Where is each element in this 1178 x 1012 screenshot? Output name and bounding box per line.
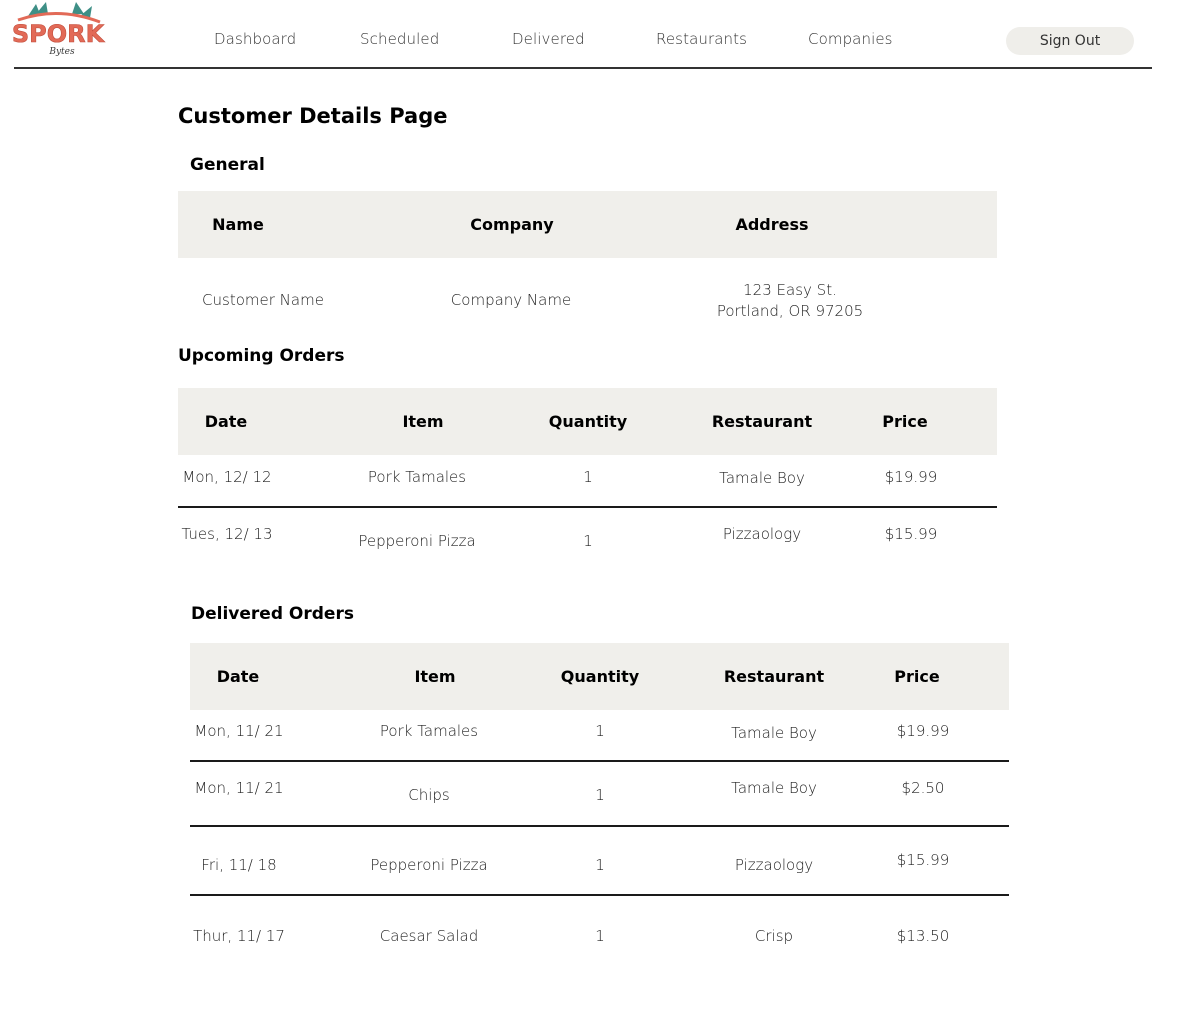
order-date: Thur, 11/ 17 xyxy=(193,927,285,945)
order-item: Pork Tamales xyxy=(367,468,467,486)
order-quantity: 1 xyxy=(595,722,605,740)
order-quantity: 1 xyxy=(595,786,605,804)
header-divider xyxy=(14,67,1152,69)
order-restaurant: Crisp xyxy=(754,927,794,945)
page-title: Customer Details Page xyxy=(178,104,448,128)
order-date: Mon, 12/ 12 xyxy=(182,468,272,486)
address-value: 123 Easy St. Portland, OR 97205 xyxy=(717,280,863,322)
order-quantity: 1 xyxy=(583,468,593,486)
sign-out-button[interactable]: Sign Out xyxy=(1006,27,1134,55)
header-company: Company xyxy=(470,215,554,234)
header-name: Name xyxy=(212,215,264,234)
customer-name-value: Customer Name xyxy=(202,291,324,309)
logo-subtext: Bytes xyxy=(48,47,75,57)
order-quantity: 1 xyxy=(583,532,593,550)
spork-logo[interactable]: SPORK Bytes xyxy=(6,2,110,62)
row-divider xyxy=(190,760,1009,762)
order-item: Pepperoni Pizza xyxy=(370,856,488,874)
order-item: Caesar Salad xyxy=(379,927,479,945)
row-divider xyxy=(190,894,1009,896)
upcoming-table-header: Date Item Quantity Restaurant Price xyxy=(178,388,997,455)
row-divider xyxy=(190,825,1009,827)
nav-delivered[interactable]: Delivered xyxy=(512,30,585,48)
top-nav-bar: SPORK Bytes Dashboard Scheduled Delivere… xyxy=(0,0,1178,70)
row-divider xyxy=(178,506,997,508)
address-line-2: Portland, OR 97205 xyxy=(716,302,864,320)
order-price: $15.99 xyxy=(884,525,938,543)
nav-companies[interactable]: Companies xyxy=(808,30,893,48)
delivered-orders-title: Delivered Orders xyxy=(191,604,354,624)
order-restaurant: Pizzaology xyxy=(734,856,814,874)
header-price: Price xyxy=(882,412,928,431)
header-date: Date xyxy=(204,412,248,431)
order-item: Pork Tamales xyxy=(379,722,479,740)
nav-dashboard[interactable]: Dashboard xyxy=(214,30,296,48)
delivered-table-header: Date Item Quantity Restaurant Price xyxy=(190,643,1009,710)
order-price: $19.99 xyxy=(884,468,938,486)
header-quantity: Quantity xyxy=(548,412,628,431)
general-table-header: Name Company Address xyxy=(178,191,997,258)
nav-scheduled[interactable]: Scheduled xyxy=(360,30,439,48)
order-date: Fri, 11/ 18 xyxy=(201,856,277,874)
general-section-title: General xyxy=(190,155,265,175)
nav-restaurants[interactable]: Restaurants xyxy=(656,30,747,48)
order-restaurant: Tamale Boy xyxy=(731,724,817,742)
order-restaurant: Tamale Boy xyxy=(731,779,817,797)
order-item: Pepperoni Pizza xyxy=(358,532,476,550)
header-quantity: Quantity xyxy=(560,667,640,686)
header-item: Item xyxy=(402,412,444,431)
order-quantity: 1 xyxy=(595,856,605,874)
order-date: Mon, 11/ 21 xyxy=(194,779,284,797)
order-restaurant: Tamale Boy xyxy=(719,469,805,487)
order-price: $13.50 xyxy=(896,927,950,945)
upcoming-orders-title: Upcoming Orders xyxy=(178,346,345,366)
order-quantity: 1 xyxy=(595,927,605,945)
header-price: Price xyxy=(894,667,940,686)
header-restaurant: Restaurant xyxy=(711,412,813,431)
order-price: $2.50 xyxy=(901,779,945,797)
order-date: Mon, 11/ 21 xyxy=(194,722,284,740)
header-item: Item xyxy=(414,667,456,686)
order-restaurant: Pizzaology xyxy=(722,525,802,543)
header-restaurant: Restaurant xyxy=(723,667,825,686)
logo-wordmark: SPORK xyxy=(12,20,106,48)
header-date: Date xyxy=(216,667,260,686)
order-price: $19.99 xyxy=(896,722,950,740)
header-address: Address xyxy=(735,215,809,234)
order-item: Chips xyxy=(408,786,450,804)
order-price: $15.99 xyxy=(896,851,950,869)
order-date: Tues, 12/ 13 xyxy=(181,525,273,543)
address-line-1: 123 Easy St. xyxy=(743,281,837,299)
company-name-value: Company Name xyxy=(450,291,572,309)
